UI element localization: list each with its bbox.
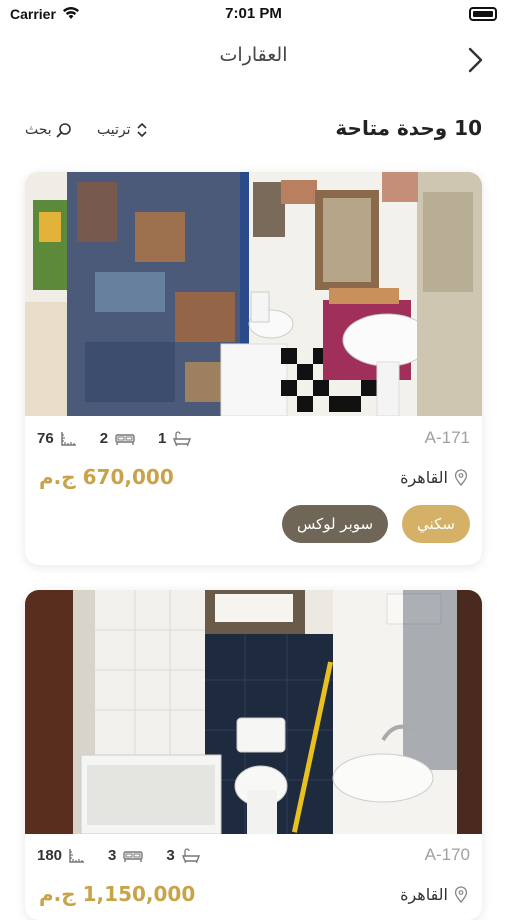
location-label: القاهرة [400,468,448,487]
nav-bar: العقارات [0,36,507,82]
bed-icon [123,850,144,862]
area-value: 76 [37,430,54,447]
property-location: القاهرة [400,468,468,487]
bathrooms-value: 1 [158,430,167,447]
bathroom-photo [25,590,482,834]
bathrooms-value: 3 [166,847,175,864]
area-icon [69,848,85,863]
property-location: القاهرة [400,885,468,904]
property-card[interactable]: A-171 76 2 1 670,000 ج.م القاهرة سكني سو… [25,172,482,565]
location-pin-icon [454,885,468,903]
sort-label: ترتيب [97,122,131,138]
bedrooms-value: 2 [99,430,109,447]
status-bar: Carrier 7:01 PM [0,0,507,30]
tag-super-lux[interactable]: سوبر لوكس [282,505,388,543]
status-time: 7:01 PM [225,5,282,22]
property-code: A-170 [424,845,470,864]
bathroom-photo [25,172,482,416]
property-photo [25,172,482,416]
page-title: العقارات [219,44,288,66]
bed-icon [115,433,135,445]
search-icon [56,123,71,138]
sort-icon [136,123,147,137]
listing-toolbar: 10 وحدة متاحة ترتيب بحث [0,110,507,150]
area-value: 180 [37,847,63,864]
chevron-right-icon[interactable] [461,44,489,76]
property-price: 670,000 ج.م [39,465,174,489]
property-specs: 76 2 1 [37,430,192,447]
available-count: 10 وحدة متاحة [335,116,482,140]
property-code: A-171 [424,428,470,447]
bathtub-icon [173,430,192,446]
property-price: 1,150,000 ج.م [39,882,196,906]
location-label: القاهرة [400,885,448,904]
battery-icon [469,7,497,21]
sort-button[interactable]: ترتيب [97,122,149,138]
area-icon [60,431,76,446]
search-button[interactable]: بحث [25,122,72,138]
bedrooms-value: 3 [108,847,117,864]
property-card[interactable]: A-170 180 3 3 1,150,000 ج.م القاهرة [25,590,482,920]
location-pin-icon [454,468,468,486]
search-label: بحث [25,122,52,138]
tag-residential[interactable]: سكني [402,505,470,543]
property-photo [25,590,482,834]
property-specs: 180 3 3 [37,847,201,864]
bathtub-icon [181,847,200,863]
